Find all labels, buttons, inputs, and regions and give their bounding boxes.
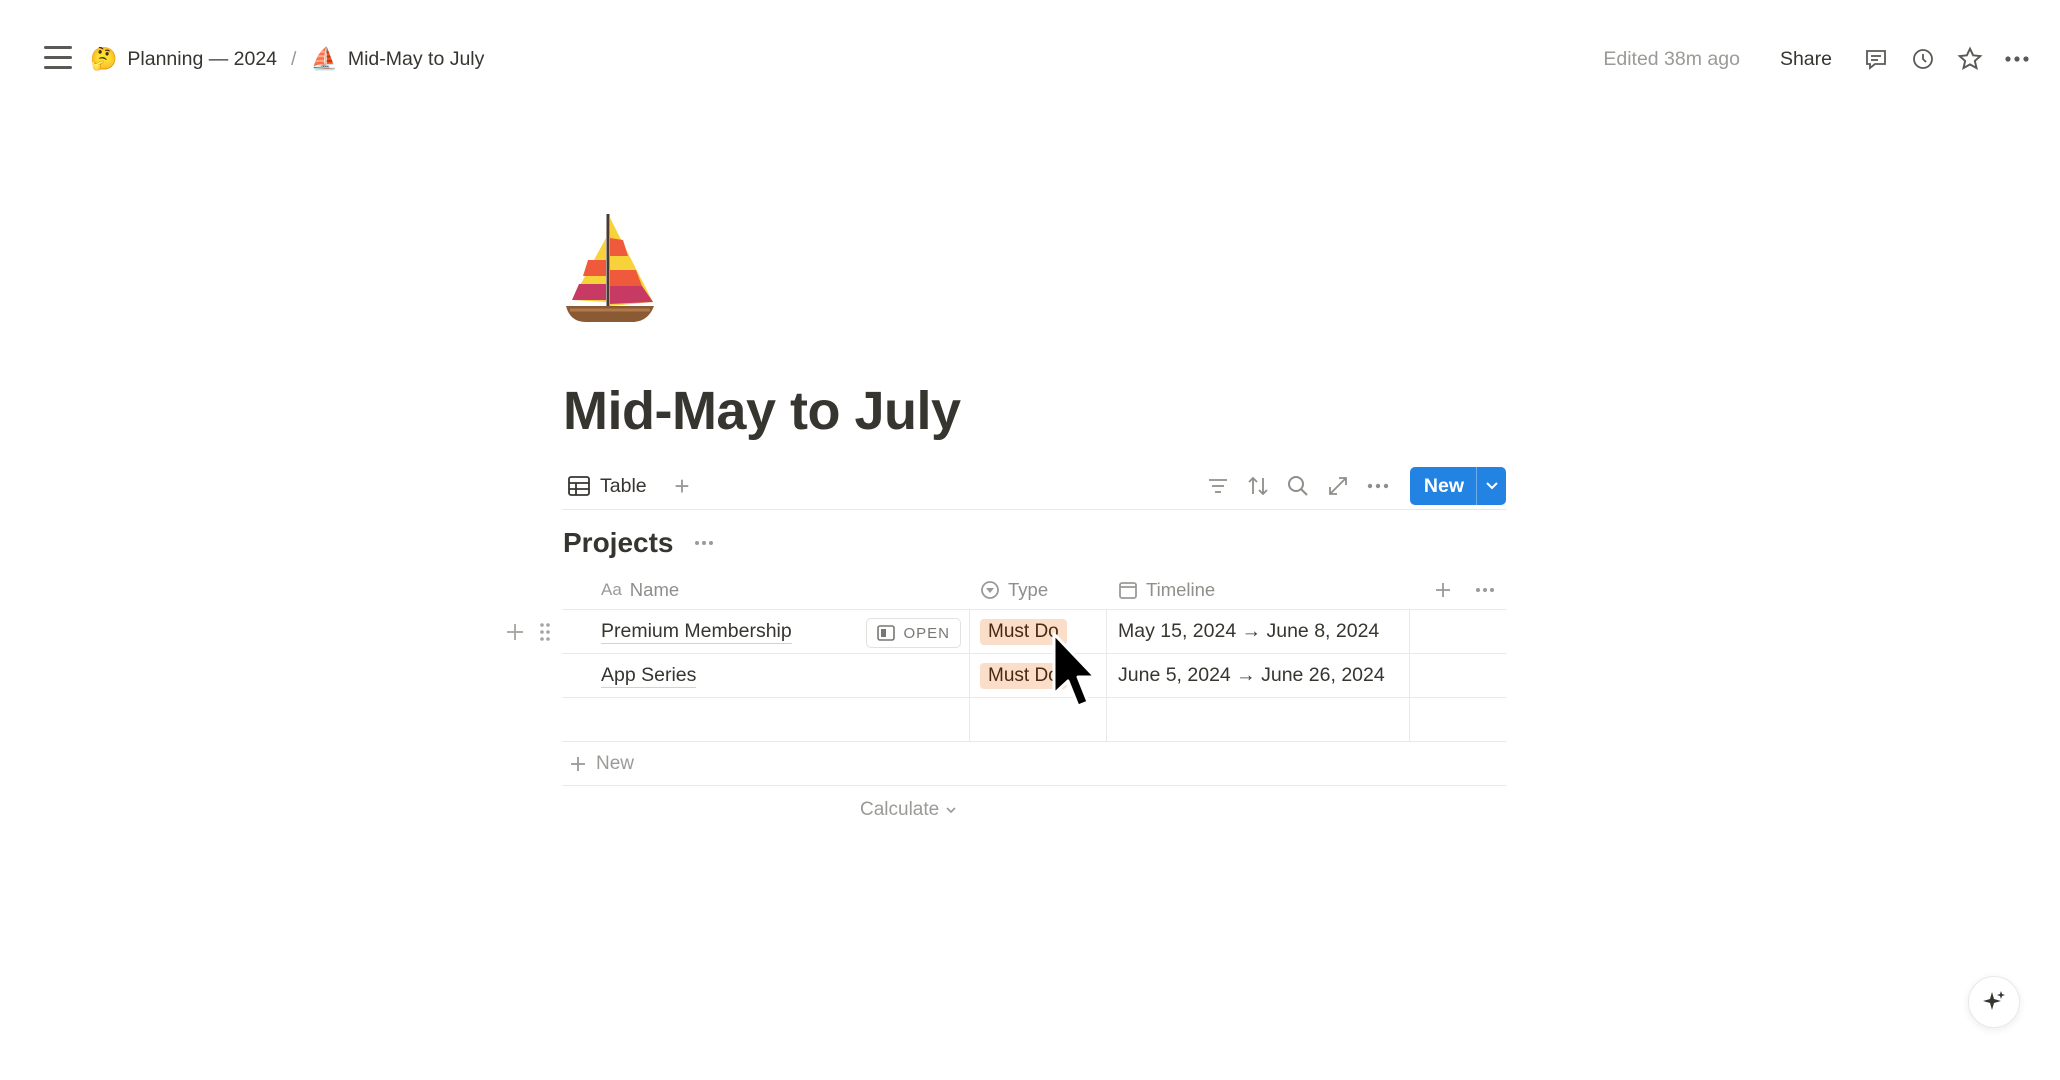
filter-icon[interactable] [1198,468,1238,504]
database-more-icon[interactable] [690,529,718,557]
chevron-down-icon[interactable] [1476,467,1506,505]
breadcrumb-label: Mid-May to July [347,47,485,70]
cell-name[interactable] [562,698,970,741]
row-title[interactable]: Premium Membership [601,619,792,644]
side-peek-icon [877,625,896,641]
breadcrumb-item-planning[interactable]: 🤔 Planning — 2024 [90,48,277,71]
cell-timeline[interactable]: June 5, 2024 → June 26, 2024 [1107,654,1410,697]
add-row-icon[interactable] [502,618,528,646]
table-row[interactable]: App Series Must Do June 5, 2024 → June 2… [562,654,1506,698]
thinking-face-icon: 🤔 [90,46,118,71]
column-header-timeline[interactable]: Timeline [1107,570,1410,609]
top-actions: Edited 38m ago Share [1603,40,2040,78]
breadcrumb: 🤔 Planning — 2024 / ⛵ Mid-May to July [90,43,484,75]
more-icon[interactable] [1464,570,1506,610]
database-title-text[interactable]: Projects [563,527,674,559]
tab-table[interactable]: Table [568,470,647,502]
cell-timeline[interactable]: May 15, 2024 → June 8, 2024 [1107,610,1410,653]
cell-empty [1410,610,1506,653]
breadcrumb-label: Planning — 2024 [127,47,278,70]
plus-icon [571,756,585,771]
breadcrumb-item-current-page[interactable]: ⛵ Mid-May to July [310,48,484,71]
sailboat-icon: ⛵ [310,46,338,71]
timeline-value: June 5, 2024 → June 26, 2024 [1118,664,1385,686]
sparkle-icon [1983,991,2005,1010]
add-new-row-button[interactable]: New [562,742,1506,786]
row-title[interactable]: App Series [601,663,697,688]
page-title[interactable]: Mid-May to July [563,380,961,442]
search-icon[interactable] [1278,468,1318,504]
star-icon[interactable] [1946,40,1993,78]
view-toolbar: New [1198,466,1506,506]
column-header-name[interactable]: Aa Name [562,570,970,609]
type-tag[interactable]: Must Do [980,662,1067,689]
add-view-icon[interactable]: + [666,470,698,502]
comment-icon[interactable] [1852,40,1899,78]
table-header-row: Aa Name Type Timeline [562,570,1506,610]
drag-handle-icon[interactable] [532,618,558,646]
edited-timestamp: Edited 38m ago [1603,47,1740,70]
top-bar: 🤔 Planning — 2024 / ⛵ Mid-May to July Ed… [0,0,2060,118]
calculate-label: Calculate [860,799,940,820]
cell-type[interactable]: Must Do [970,654,1107,697]
table-icon [568,476,590,496]
sort-icon[interactable] [1238,468,1278,504]
cell-empty [1410,698,1506,741]
new-record-button[interactable]: New [1410,467,1476,505]
calendar-icon [1119,581,1137,599]
cell-name[interactable]: Premium Membership OPEN [562,610,970,653]
new-record-button-group: New [1409,467,1506,505]
database-title: Projects [563,523,718,563]
breadcrumb-separator: / [291,47,297,70]
column-label: Name [629,578,680,600]
add-property-icon[interactable] [1422,570,1464,610]
table-row-empty[interactable] [562,698,1506,742]
column-label: Timeline [1146,578,1216,600]
table-row[interactable]: Premium Membership OPEN Must Do May 15, … [507,610,1506,654]
column-header-type[interactable]: Type [970,570,1107,609]
database-table: Aa Name Type Timeline Premium Membership… [507,570,1506,786]
chevron-down-icon [946,807,956,814]
cell-empty [1410,654,1506,697]
cell-type[interactable] [970,698,1107,741]
type-tag[interactable]: Must Do [980,618,1067,645]
history-icon[interactable] [1899,40,1946,78]
more-icon[interactable] [1358,468,1398,504]
sidebar-menu-icon[interactable] [44,46,72,70]
calculate-button[interactable]: Calculate [860,795,957,825]
select-property-icon [981,580,999,599]
text-property-icon: Aa [601,579,622,599]
new-row-label: New [596,752,635,774]
cell-name[interactable]: App Series [562,654,970,697]
tab-label: Table [600,474,647,497]
ai-assistant-button[interactable] [1968,976,2020,1028]
timeline-value: May 15, 2024 → June 8, 2024 [1118,620,1380,642]
database-view-bar: Table + New [562,462,1506,510]
column-header-actions [1410,570,1506,609]
column-label: Type [1008,578,1049,600]
open-button[interactable]: OPEN [866,618,961,648]
page-icon-sailboat[interactable] [562,210,658,326]
cell-timeline[interactable] [1107,698,1410,741]
more-icon[interactable] [1993,40,2040,78]
row-handles [502,618,558,646]
open-label: OPEN [903,624,950,642]
share-button[interactable]: Share [1780,48,1832,71]
cell-type[interactable]: Must Do [970,610,1107,653]
expand-icon[interactable] [1318,468,1358,504]
